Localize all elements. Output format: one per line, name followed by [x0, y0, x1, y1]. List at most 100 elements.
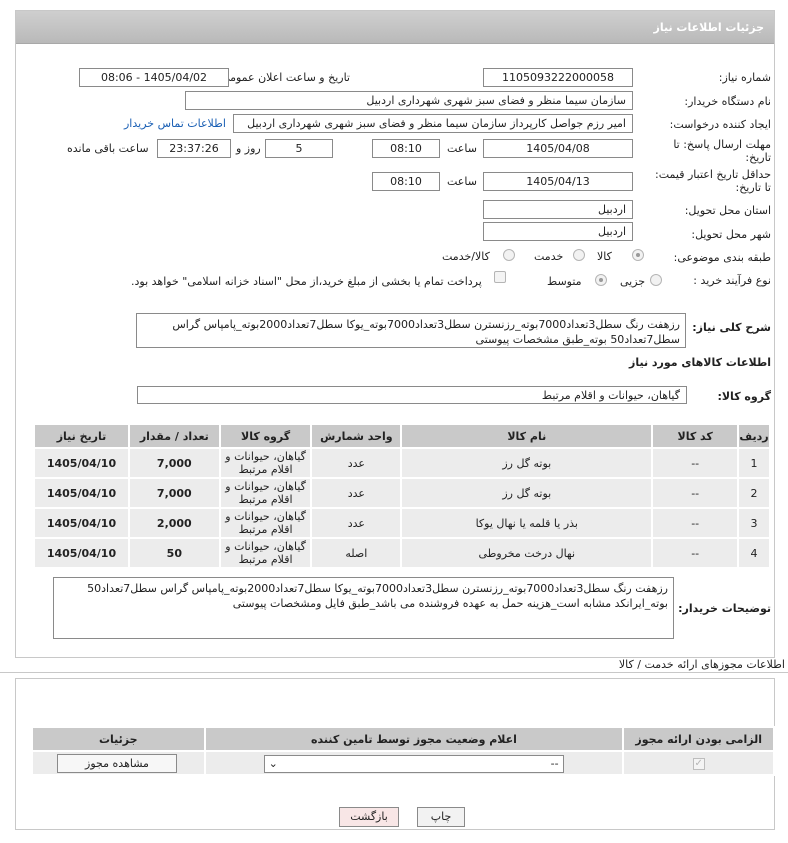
category-radio-goods[interactable]: [632, 249, 644, 261]
goods-table: ردیف کد کالا نام کالا واحد شمارش گروه کا…: [33, 423, 771, 569]
cell-date: 1405/04/10: [33, 477, 130, 509]
deadline-time-label: ساعت: [447, 142, 477, 155]
col-qty: تعداد / مقدار: [127, 423, 221, 449]
province-field: اردبیل: [483, 200, 633, 219]
validity-date-field: 1405/04/13: [483, 172, 633, 191]
deadline-label: مهلت ارسال پاسخ: تا: [673, 138, 771, 151]
cell-row: 3: [737, 507, 771, 539]
cell-qty: 7,000: [127, 477, 221, 509]
print-button[interactable]: چاپ: [417, 807, 465, 827]
contact-buyer-link[interactable]: اطلاعات تماس خریدار: [124, 117, 226, 130]
cell-qty: 2,000: [127, 507, 221, 539]
cell-unit: اصله: [310, 537, 403, 569]
permits-title: اطلاعات مجوزهای ارائه خدمت / کالا: [618, 658, 785, 671]
city-field: اردبیل: [483, 222, 633, 241]
col-unit: واحد شمارش: [310, 423, 403, 449]
cell-name: بوته گل رز: [400, 447, 654, 479]
validity-time-label: ساعت: [447, 175, 477, 188]
cell-code: --: [651, 477, 740, 509]
creator-field: امیر رزم جواصل کارپرداز سازمان سیما منظر…: [233, 114, 633, 133]
permits-table: الزامی بودن ارائه مجوز اعلام وضعیت مجوز …: [31, 726, 775, 776]
announce-label: تاریخ و ساعت اعلان عمومی:: [217, 71, 350, 84]
col-name: نام کالا: [400, 423, 654, 449]
col-permit-required: الزامی بودن ارائه مجوز: [622, 726, 775, 752]
cell-date: 1405/04/10: [33, 447, 130, 479]
panel-header: جزئیات اطلاعات نیاز: [16, 11, 774, 44]
col-date: تاریخ نیاز: [33, 423, 130, 449]
cell-name: بذر یا قلمه یا نهال یوکا: [400, 507, 654, 539]
cell-group: گیاهان، حیوانات و اقلام مرتبط: [218, 537, 313, 569]
process-radio-medium[interactable]: [595, 274, 607, 286]
deadline-date-field: 1405/04/08: [483, 139, 633, 158]
permit-required-checkbox[interactable]: ✓: [692, 758, 705, 770]
cell-code: --: [651, 447, 740, 479]
table-row: 1 -- بوته گل رز عدد گیاهان، حیوانات و اق…: [33, 447, 771, 479]
process-option-minor: جزیی: [620, 275, 646, 288]
description-label: شرح کلی نیاز:: [692, 321, 771, 334]
cell-qty: 7,000: [127, 447, 221, 479]
validity-time-field: 08:10: [372, 172, 440, 191]
cell-row: 1: [737, 447, 771, 479]
col-group: گروه کالا: [218, 423, 313, 449]
table-row: 2 -- بوته گل رز عدد گیاهان، حیوانات و اق…: [33, 477, 771, 509]
buyer-notes-field: رزهفت رنگ سطل3تعداد7000بوته_رزنسترن سطل3…: [53, 577, 674, 639]
cell-unit: عدد: [310, 447, 403, 479]
cell-group: گیاهان، حیوانات و اقلام مرتبط: [218, 447, 313, 479]
validity-label-2: تا تاریخ:: [735, 181, 771, 194]
category-radio-both[interactable]: [503, 249, 515, 261]
validity-label: حداقل تاریخ اعتبار قیمت:: [655, 168, 771, 181]
days-field: 5: [265, 139, 333, 158]
remaining-time-field: 23:37:26: [157, 139, 231, 158]
process-radio-minor[interactable]: [650, 274, 662, 286]
cell-qty: 50: [127, 537, 221, 569]
buyer-notes-label: توضیحات خریدار:: [678, 602, 771, 615]
announce-field: 1405/04/02 - 08:06: [79, 68, 229, 87]
city-label: شهر محل تحویل:: [691, 228, 771, 241]
goods-group-label: گروه کالا:: [717, 390, 771, 403]
cell-name: نهال درخت مخروطی: [400, 537, 654, 569]
cell-unit: عدد: [310, 477, 403, 509]
permit-status-select[interactable]: ⌄ --: [263, 755, 564, 773]
creator-label: ایجاد کننده درخواست:: [669, 118, 771, 131]
cell-group: گیاهان، حیوانات و اقلام مرتبط: [218, 477, 313, 509]
cell-name: بوته گل رز: [400, 477, 654, 509]
category-radio-service[interactable]: [573, 249, 585, 261]
cell-date: 1405/04/10: [33, 537, 130, 569]
permit-required-cell: ✓: [622, 750, 775, 776]
cell-code: --: [651, 507, 740, 539]
deadline-time-field: 08:10: [372, 139, 440, 158]
cell-row: 4: [737, 537, 771, 569]
cell-row: 2: [737, 477, 771, 509]
days-label: روز و: [236, 142, 261, 155]
province-label: استان محل تحویل:: [684, 204, 771, 217]
remaining-label: ساعت باقی مانده: [67, 142, 149, 155]
col-permit-details: جزئیات: [31, 726, 206, 752]
process-label: نوع فرآیند خرید :: [693, 274, 771, 287]
col-code: کد کالا: [651, 423, 740, 449]
deadline-label-2: تاریخ:: [745, 151, 771, 164]
category-option-service: خدمت: [534, 250, 564, 263]
goods-info-title: اطلاعات کالاهای مورد نیاز: [629, 356, 771, 369]
process-option-medium: متوسط: [547, 275, 582, 288]
need-number-label: شماره نیاز:: [718, 71, 771, 84]
view-permit-button[interactable]: مشاهده مجوز: [57, 754, 177, 773]
back-button[interactable]: بازگشت: [339, 807, 399, 827]
buyer-label: نام دستگاه خریدار:: [684, 95, 771, 108]
permits-table-header: الزامی بودن ارائه مجوز اعلام وضعیت مجوز …: [31, 726, 775, 752]
col-permit-status: اعلام وضعیت مجوز توسط تامین کننده: [203, 726, 625, 752]
treasury-payment-checkbox[interactable]: [494, 271, 506, 283]
buyer-field: سازمان سیما منظر و فضای سبز شهری شهرداری…: [185, 91, 633, 110]
cell-unit: عدد: [310, 507, 403, 539]
permit-status-value: --: [550, 757, 559, 770]
chevron-down-icon: ⌄: [268, 757, 278, 770]
col-row: ردیف: [737, 423, 771, 449]
permit-status-cell: ⌄ --: [203, 750, 625, 776]
table-row: 3 -- بذر یا قلمه یا نهال یوکا عدد گیاهان…: [33, 507, 771, 539]
permits-divider: [0, 672, 788, 673]
cell-date: 1405/04/10: [33, 507, 130, 539]
category-option-both: کالا/خدمت: [442, 250, 490, 263]
cell-group: گیاهان، حیوانات و اقلام مرتبط: [218, 507, 313, 539]
cell-code: --: [651, 537, 740, 569]
goods-group-field: گیاهان، حیوانات و اقلام مرتبط: [137, 386, 687, 404]
category-label: طبقه بندی موضوعی:: [673, 251, 771, 264]
